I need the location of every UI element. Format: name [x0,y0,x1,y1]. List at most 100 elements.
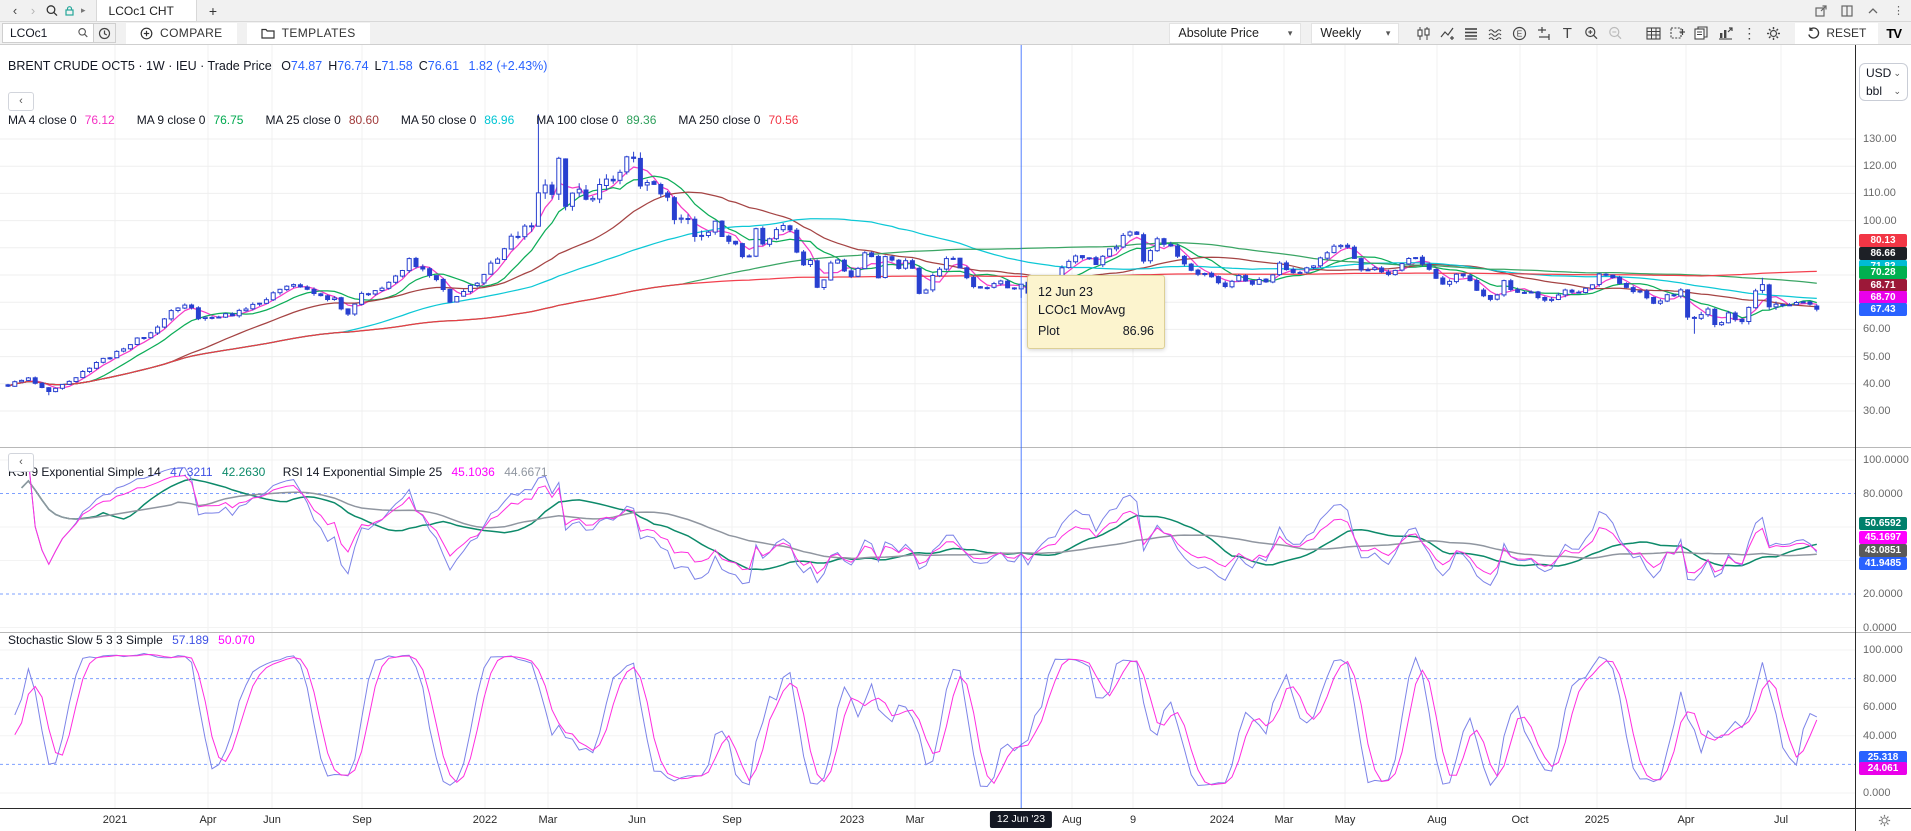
time-axis-settings[interactable] [1856,808,1911,831]
nav-forward-icon[interactable]: › [24,3,42,18]
compare-button[interactable]: COMPARE [126,23,237,44]
zoom-out-icon[interactable] [1603,22,1627,44]
axis-price-badge: 70.28 [1859,266,1907,279]
chart-area[interactable]: BRENT CRUDE OCT5 · 1W · IEU · Trade Pric… [0,45,1855,831]
pane-separator [1856,447,1911,448]
reset-label: RESET [1826,26,1866,40]
indicators-icon[interactable] [1435,22,1459,44]
nav-back-icon[interactable]: ‹ [6,3,24,18]
symbol-search-input[interactable]: LCOc1 [2,23,94,43]
interval-value: Weekly [1320,26,1361,40]
rsi-tick: 100.0000 [1863,454,1909,466]
time-label: Mar [539,814,558,826]
stoch-value-1: 57.189 [172,633,209,647]
chart-canvas[interactable] [0,45,1855,808]
unit-measure-value: bbl [1866,84,1882,98]
axis-scale-icon[interactable] [1531,22,1555,44]
rsi-value-3: 45.1036 [451,465,494,479]
snapshot-icon[interactable] [1665,22,1689,44]
time-axis[interactable]: 2021AprJunSep2022MarJunSep2023MarAug9202… [0,808,1855,831]
zoom-in-icon[interactable] [1579,22,1603,44]
ohlc-item: L71.58 [375,59,413,73]
events-icon[interactable]: E [1507,22,1531,44]
axis-price-badge: 45.1697 [1859,531,1907,544]
price-tick: 50.00 [1863,351,1891,363]
currency-select[interactable]: USD ⌄ [1860,64,1907,82]
rsi-value-2: 42.2630 [222,465,265,479]
history-clock-icon[interactable] [94,23,116,43]
ohlc-item: H76.74 [328,59,368,73]
unit-selector[interactable]: USD ⌄ bbl ⌄ [1859,63,1908,101]
export-chart-icon[interactable] [1713,22,1737,44]
chart-tab-label: LCOc1 CHT [109,4,174,18]
time-label: 2024 [1210,814,1234,826]
main-legend: BRENT CRUDE OCT5 · 1W · IEU · Trade Pric… [8,59,547,73]
minimize-icon[interactable] [1867,5,1879,17]
chart-workspace: BRENT CRUDE OCT5 · 1W · IEU · Trade Pric… [0,45,1911,831]
settings-gear-icon[interactable] [1761,22,1785,44]
data-table-icon[interactable] [1641,22,1665,44]
reset-undo-icon [1807,27,1820,40]
rsi-pane-collapse-button[interactable]: ‹ [8,453,34,472]
svg-text:E: E [1517,28,1523,38]
more-tools-icon[interactable]: ⋮ [1737,22,1761,44]
chart-style-candles-icon[interactable] [1411,22,1435,44]
time-label: Jul [1774,814,1788,826]
copy-icon[interactable] [1689,22,1713,44]
tooltip-plot-label: Plot [1038,322,1060,340]
time-label: Sep [722,814,742,826]
text-tool-icon[interactable]: T [1555,22,1579,44]
time-label: 9 [1130,814,1136,826]
ma-legend-item: MA 250 close 070.56 [678,113,798,127]
stoch-tick: 60.000 [1863,701,1897,713]
time-label: Apr [1677,814,1694,826]
time-label: Aug [1062,814,1082,826]
crosshair-date-badge: 12 Jun '23 [990,811,1052,828]
time-label: May [1335,814,1356,826]
time-label: 2021 [103,814,127,826]
chart-toolbar: LCOc1 COMPARE TEMPLATES Absolute Price ▾… [0,22,1911,45]
ma-legend-item: MA 50 close 086.96 [401,113,514,127]
stoch-tick: 80.000 [1863,673,1897,685]
time-label: Jun [628,814,646,826]
new-tab-button[interactable]: + [197,3,229,19]
more-window-icon[interactable]: ⋮ [1893,4,1904,17]
price-tick: 40.00 [1863,378,1891,390]
chevron-down-icon: ⌄ [1893,86,1901,97]
gear-icon [1878,814,1891,827]
time-label: 2023 [840,814,864,826]
unit-measure-select[interactable]: bbl ⌄ [1860,82,1907,100]
ohlc-item: C76.61 [419,59,459,73]
stoch-tick: 0.000 [1863,787,1891,799]
breadcrumb-caret-icon: ▸ [81,5,86,16]
popout-icon[interactable] [1815,5,1827,17]
tab-bar: ‹ › ▸ LCOc1 CHT + ⋮ [0,0,1911,22]
layout-icon[interactable] [1841,5,1853,17]
price-axis[interactable]: USD ⌄ bbl ⌄ 130.00120.00110.00100.0090.0… [1855,45,1911,831]
time-label: Mar [906,814,925,826]
layers-icon[interactable] [1459,22,1483,44]
currency-value: USD [1866,66,1891,80]
stoch-legend: Stochastic Slow 5 3 3 Simple 57.189 50.0… [8,633,255,647]
interval-select[interactable]: Weekly ▾ [1311,23,1399,44]
waves-icon[interactable] [1483,22,1507,44]
lock-icon [65,6,74,16]
templates-button[interactable]: TEMPLATES [247,23,370,44]
tradingview-logo[interactable]: TV [1886,26,1901,41]
rsi-tick: 20.0000 [1863,588,1903,600]
price-tick: 30.00 [1863,405,1891,417]
time-label: Jun [263,814,281,826]
tooltip-series: LCOc1 MovAvg [1038,301,1154,319]
rsi-value-4: 44.6671 [504,465,547,479]
ma-legend-item: MA 25 close 080.60 [265,113,378,127]
chart-tab[interactable]: LCOc1 CHT [96,0,197,21]
reset-button[interactable]: RESET [1795,23,1878,44]
main-pane-collapse-button[interactable]: ‹ [8,92,34,111]
tooltip-date: 12 Jun 23 [1038,283,1154,301]
crosshair-tooltip: 12 Jun 23 LCOc1 MovAvg Plot 86.96 [1027,275,1165,349]
price-mode-select[interactable]: Absolute Price ▾ [1169,23,1301,44]
stoch-value-2: 50.070 [218,633,255,647]
search-icon[interactable] [45,4,59,18]
time-label: Aug [1427,814,1447,826]
rsi-tick: 0.0000 [1863,622,1897,634]
